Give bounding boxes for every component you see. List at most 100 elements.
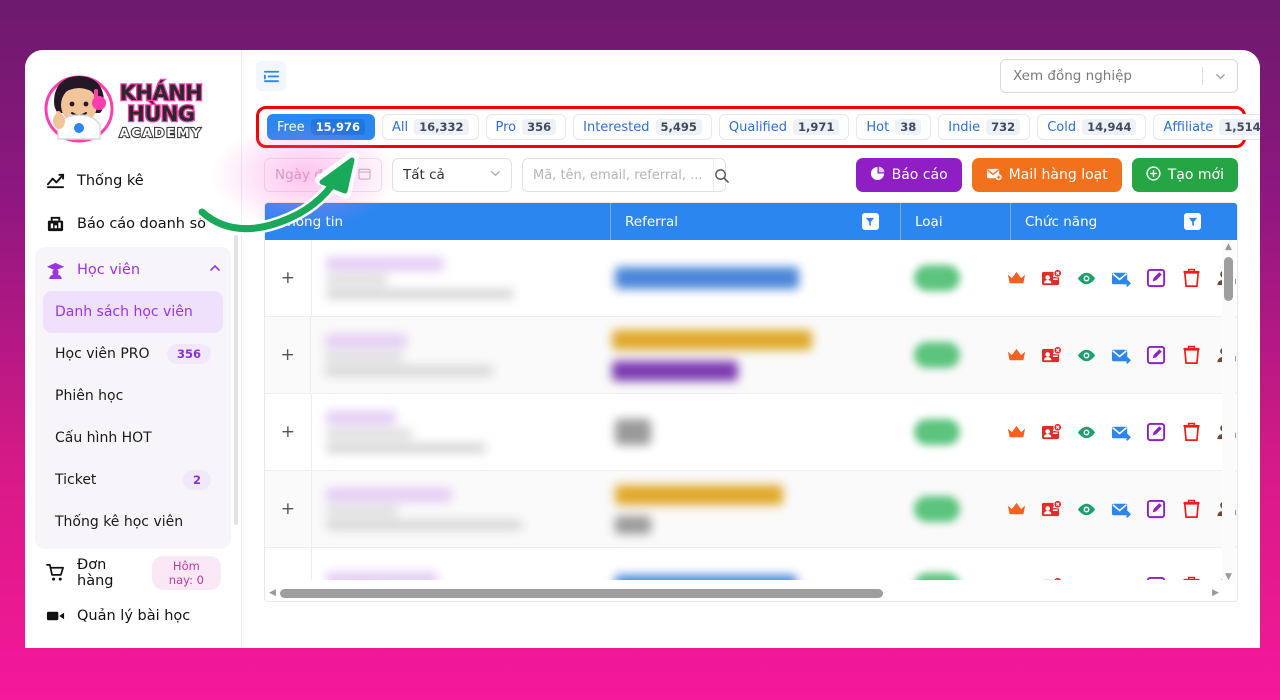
trash-icon[interactable]	[1181, 576, 1202, 580]
report-button[interactable]: Báo cáo	[855, 158, 962, 192]
tab-hot[interactable]: Hot 38	[856, 114, 932, 140]
edit-square-icon[interactable]	[1146, 268, 1167, 289]
mail-forward-icon[interactable]	[1111, 345, 1132, 366]
eye-icon[interactable]	[1076, 499, 1097, 520]
sidebar-item-bao-cao-doanh-so[interactable]: Báo cáo doanh số	[35, 202, 231, 245]
table-horizontal-scrollbar[interactable]: ◀ ▶	[265, 585, 1223, 601]
brand-logo[interactable]: KHÁNH HÙNG ACADEMY	[25, 50, 241, 155]
tab-affiliate[interactable]: Affiliate 1,514	[1153, 114, 1260, 140]
column-header-loai[interactable]: Loại	[900, 203, 1010, 240]
hscroll-thumb[interactable]	[279, 588, 884, 598]
tab-label: Indie	[948, 119, 981, 135]
table-vertical-scrollbar[interactable]: ▲ ▼	[1222, 241, 1235, 583]
cell-referral	[598, 326, 826, 385]
crown-icon[interactable]	[1006, 576, 1027, 580]
tab-pro[interactable]: Pro 356	[485, 114, 567, 140]
triangle-left-icon[interactable]: ◀	[269, 588, 276, 598]
bulk-mail-button[interactable]: Mail hàng loạt	[971, 158, 1122, 192]
calendar-icon[interactable]	[358, 167, 371, 184]
column-header-thong-tin[interactable]: Thông tin	[265, 203, 610, 240]
date-input[interactable]: Ngày đ	[264, 158, 382, 192]
triangle-up-icon[interactable]: ▲	[1225, 241, 1232, 253]
id-card-icon[interactable]	[1041, 345, 1062, 366]
mail-forward-icon[interactable]	[1111, 422, 1132, 443]
eye-icon[interactable]	[1076, 345, 1097, 366]
trash-icon[interactable]	[1181, 345, 1202, 366]
chevron-up-icon[interactable]	[209, 262, 221, 278]
sidebar-item-thong-ke-hoc-vien[interactable]: Thống kê học viên	[43, 501, 223, 543]
trash-icon[interactable]	[1181, 499, 1202, 520]
crown-icon[interactable]	[1006, 499, 1027, 520]
edit-square-icon[interactable]	[1146, 499, 1167, 520]
sidebar-item-danh-sach-hoc-vien[interactable]: Danh sách học viên	[43, 291, 223, 333]
tab-interested[interactable]: Interested 5,495	[573, 114, 712, 140]
table-row[interactable]: +	[265, 317, 1237, 394]
expand-row-button[interactable]: +	[265, 394, 312, 470]
triangle-right-icon[interactable]: ▶	[1212, 588, 1219, 598]
eye-icon[interactable]	[1076, 422, 1097, 443]
hamburger-menu-icon[interactable]	[256, 61, 286, 91]
id-card-icon[interactable]	[1041, 268, 1062, 289]
search-icon[interactable]	[713, 159, 729, 191]
edit-square-icon[interactable]	[1146, 422, 1167, 443]
sidebar-item-phien-hoc[interactable]: Phiên học	[43, 375, 223, 417]
colleague-select[interactable]: Xem đồng nghiệp	[1000, 59, 1238, 93]
cell-loai	[883, 419, 990, 445]
tab-count: 15,976	[310, 119, 365, 135]
vscroll-thumb[interactable]	[1224, 257, 1233, 301]
eye-icon[interactable]	[1076, 576, 1097, 581]
sidebar-item-don-hang[interactable]: Đơn hàng Hôm nay: 0	[35, 551, 231, 594]
crown-icon[interactable]	[1006, 422, 1027, 443]
trash-icon[interactable]	[1181, 268, 1202, 289]
sidebar-item-cau-hinh-hot[interactable]: Cấu hình HOT	[43, 417, 223, 459]
funnel-filter-icon[interactable]	[861, 213, 879, 230]
tab-count: 5,495	[655, 119, 702, 135]
tab-free[interactable]: Free 15,976	[267, 114, 375, 140]
sidebar-scrollbar[interactable]	[234, 235, 238, 525]
tab-label: Qualified	[728, 119, 787, 135]
expand-row-button[interactable]: +	[265, 240, 312, 316]
crown-icon[interactable]	[1006, 268, 1027, 289]
chevron-down-icon[interactable]	[1203, 71, 1237, 82]
tab-all[interactable]: All 16,332	[381, 114, 479, 140]
column-header-chuc-nang[interactable]: Chức năng	[1010, 203, 1237, 240]
mail-forward-icon[interactable]	[1111, 499, 1132, 520]
hscroll-track[interactable]	[279, 588, 1208, 598]
tab-qualified[interactable]: Qualified 1,971	[718, 114, 850, 140]
type-select[interactable]: Tất cả	[392, 158, 512, 192]
search-box[interactable]	[522, 158, 729, 192]
sidebar-group-header[interactable]: Học viên	[35, 249, 231, 291]
mail-forward-icon[interactable]	[1111, 576, 1132, 581]
sidebar-item-quan-ly-bai-hoc[interactable]: Quản lý bài học	[35, 594, 231, 637]
id-card-icon[interactable]	[1041, 422, 1062, 443]
expand-row-button[interactable]: +	[265, 317, 312, 393]
table-row[interactable]: +	[265, 548, 1237, 580]
table-row[interactable]: +	[265, 471, 1237, 548]
expand-row-button[interactable]: +	[265, 548, 312, 580]
mail-forward-icon[interactable]	[1111, 268, 1132, 289]
id-card-icon[interactable]	[1041, 576, 1062, 580]
function-filter-button[interactable]	[1184, 213, 1201, 230]
search-input[interactable]	[523, 167, 713, 183]
sidebar-item-hoc-vien-pro[interactable]: Học viên PRO 356	[43, 333, 223, 375]
tab-cold[interactable]: Cold 14,944	[1037, 114, 1147, 140]
column-header-referral[interactable]: Referral	[610, 203, 840, 240]
vscroll-track[interactable]	[1222, 253, 1235, 571]
chevron-down-icon[interactable]	[490, 167, 501, 183]
id-card-icon[interactable]	[1041, 499, 1062, 520]
create-new-button[interactable]: Tạo mới	[1131, 158, 1238, 192]
crown-icon[interactable]	[1006, 345, 1027, 366]
edit-square-icon[interactable]	[1146, 576, 1167, 580]
sidebar-item-thong-ke[interactable]: Thống kê	[35, 159, 231, 202]
sidebar-item-ticket[interactable]: Ticket 2	[43, 459, 223, 501]
trash-icon[interactable]	[1181, 422, 1202, 443]
tab-indie[interactable]: Indie 732	[938, 114, 1031, 140]
triangle-down-icon[interactable]: ▼	[1225, 571, 1232, 583]
table-row[interactable]: +	[265, 240, 1237, 317]
edit-square-icon[interactable]	[1146, 345, 1167, 366]
cell-student-info	[312, 568, 601, 580]
expand-row-button[interactable]: +	[265, 471, 312, 547]
table-row[interactable]: +	[265, 394, 1237, 471]
referral-filter-button[interactable]	[840, 203, 900, 240]
eye-icon[interactable]	[1076, 268, 1097, 289]
